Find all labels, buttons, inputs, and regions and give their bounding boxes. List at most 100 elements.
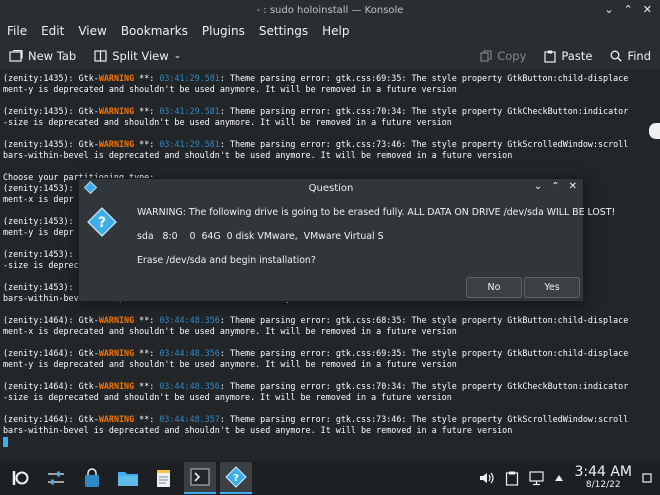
dialog-minimize-icon[interactable]: ⌄ bbox=[534, 181, 542, 192]
app-launcher-button[interactable] bbox=[4, 463, 36, 493]
peek-desktop-icon[interactable] bbox=[642, 473, 652, 483]
svg-text:?: ? bbox=[98, 215, 106, 231]
terminal-line-pid: (zenity:1464): Gtk- bbox=[3, 381, 99, 391]
new-tab-icon bbox=[9, 50, 23, 62]
terminal-line-warn: WARNING bbox=[98, 381, 135, 391]
terminal-line-sep: **: bbox=[134, 139, 160, 149]
terminal-line-warn: WARNING bbox=[98, 139, 135, 149]
terminal-line-sep: **: bbox=[134, 73, 160, 83]
terminal-line-msg: : Theme parsing error: gtk.css:70:34: Th… bbox=[219, 106, 629, 116]
terminal-line: bars-within-bevel is deprecated and shou… bbox=[3, 425, 513, 435]
terminal-line: -size is deprecated and shouldn't be use… bbox=[3, 392, 452, 402]
terminal-line: (zenity:1464): Gtk-WARNING **: 03:44:48.… bbox=[3, 315, 653, 326]
terminal-line: bars-within-bevel is deprecated and shou… bbox=[3, 150, 513, 160]
terminal-line-ts: 03:41:29.581 bbox=[159, 106, 220, 116]
terminal-line-pid: (zenity:1464): Gtk- bbox=[3, 315, 99, 325]
folder-icon bbox=[118, 472, 138, 486]
dialog-question-text: Erase /dev/sda and begin installation? bbox=[137, 255, 316, 266]
terminal-line-msg: : Theme parsing error: gtk.css:69:35: Th… bbox=[219, 73, 629, 83]
menu-bookmarks[interactable]: Bookmarks bbox=[114, 24, 195, 38]
menu-help[interactable]: Help bbox=[315, 24, 356, 38]
terminal-line-ts: 03:41:29.581 bbox=[159, 73, 220, 83]
chevron-down-icon: ⌄ bbox=[173, 51, 182, 61]
scrollbar-handle[interactable] bbox=[649, 123, 660, 139]
menu-view[interactable]: View bbox=[71, 24, 113, 38]
file-manager-button[interactable] bbox=[112, 463, 144, 493]
terminal-line: (zenity:1435): Gtk-WARNING **: 03:41:29.… bbox=[3, 139, 653, 150]
copy-button[interactable]: Copy bbox=[471, 49, 535, 63]
copy-icon bbox=[480, 50, 492, 62]
volume-icon[interactable] bbox=[479, 471, 495, 485]
terminal-line-sep: **: bbox=[134, 348, 160, 358]
terminal-line: (zenity:1435): Gtk-WARNING **: 03:41:29.… bbox=[3, 73, 653, 84]
split-view-button[interactable]: Split View ⌄ bbox=[85, 49, 190, 63]
split-view-label: Split View bbox=[112, 49, 169, 63]
terminal-line-sep: **: bbox=[134, 381, 160, 391]
terminal-line: -size is deprecated and shouldn't be use… bbox=[3, 117, 452, 127]
terminal-cursor bbox=[3, 436, 8, 447]
sliders-icon bbox=[48, 471, 64, 485]
taskbar: ? 3:44 AM 8/12/22 bbox=[0, 461, 660, 495]
maximize-icon[interactable]: ⌃ bbox=[624, 3, 633, 16]
terminal-line-warn: WARNING bbox=[98, 414, 135, 424]
menu-plugins[interactable]: Plugins bbox=[195, 24, 252, 38]
question-dialog: Question ⌄ ⌃ ✕ ? WARNING: The following … bbox=[78, 178, 615, 302]
clock-time: 3:44 AM bbox=[574, 464, 632, 480]
toolbar: New Tab Split View ⌄ Copy Paste Find bbox=[0, 42, 660, 71]
dialog-title-bar: Question ⌄ ⌃ ✕ bbox=[79, 179, 583, 197]
find-label: Find bbox=[627, 49, 651, 63]
terminal-line: (zenity:1464): Gtk-WARNING **: 03:44:48.… bbox=[3, 348, 653, 359]
menu-file[interactable]: File bbox=[0, 24, 34, 38]
terminal-line: ment-y is deprecated and shouldn't be us… bbox=[3, 359, 457, 369]
title-bar: - : sudo holoinstall — Konsole ⌄ ⌃ ✕ bbox=[0, 0, 660, 21]
terminal-line: (zenity:1464): Gtk-WARNING **: 03:44:48.… bbox=[3, 381, 653, 392]
discover-button[interactable] bbox=[76, 463, 108, 493]
terminal-line-pid: (zenity:1435): Gtk- bbox=[3, 106, 99, 116]
new-tab-label: New Tab bbox=[28, 49, 77, 63]
terminal-line-msg: : Theme parsing error: gtk.css:68:35: Th… bbox=[219, 315, 629, 325]
terminal-line-pid: (zenity:1435): Gtk- bbox=[3, 139, 99, 149]
close-icon[interactable]: ✕ bbox=[643, 3, 652, 16]
yes-button[interactable]: Yes bbox=[524, 277, 580, 298]
menu-edit[interactable]: Edit bbox=[34, 24, 71, 38]
terminal-line-warn: WARNING bbox=[98, 348, 135, 358]
terminal-line-pid: (zenity:1464): Gtk- bbox=[3, 348, 99, 358]
find-button[interactable]: Find bbox=[601, 49, 660, 63]
system-settings-button[interactable] bbox=[40, 463, 72, 493]
menu-bar: File Edit View Bookmarks Plugins Setting… bbox=[0, 20, 660, 42]
tray-expand-icon[interactable] bbox=[554, 474, 564, 482]
minimize-icon[interactable]: ⌄ bbox=[604, 3, 613, 16]
dialog-warning-text: WARNING: The following drive is going to… bbox=[137, 207, 616, 218]
terminal-line: (zenity:1435): Gtk-WARNING **: 03:41:29.… bbox=[3, 106, 653, 117]
terminal-line-pid: (zenity:1464): Gtk- bbox=[3, 414, 99, 424]
paste-button[interactable]: Paste bbox=[535, 49, 601, 63]
clock[interactable]: 3:44 AM 8/12/22 bbox=[574, 465, 632, 491]
terminal-line-sep: **: bbox=[134, 414, 160, 424]
shopping-bag-icon bbox=[85, 468, 99, 487]
new-tab-button[interactable]: New Tab bbox=[0, 49, 85, 63]
system-tray: 3:44 AM 8/12/22 bbox=[479, 461, 660, 495]
network-icon[interactable] bbox=[529, 470, 545, 486]
zenity-task-button[interactable]: ? bbox=[220, 462, 252, 494]
split-view-icon bbox=[94, 50, 107, 62]
dialog-close-icon[interactable]: ✕ bbox=[569, 181, 577, 192]
konsole-task-button[interactable] bbox=[184, 462, 216, 494]
terminal-line: ment-x is deprecated and shouldn't be us… bbox=[3, 326, 457, 336]
dialog-maximize-icon[interactable]: ⌃ bbox=[551, 181, 559, 192]
terminal-icon bbox=[190, 468, 210, 486]
text-editor-button[interactable] bbox=[148, 463, 180, 493]
terminal-line-ts: 03:44:48.357 bbox=[159, 414, 220, 424]
copy-label: Copy bbox=[497, 49, 527, 63]
terminal-line-warn: WARNING bbox=[98, 73, 135, 83]
terminal-line-msg: : Theme parsing error: gtk.css:69:35: Th… bbox=[219, 348, 629, 358]
terminal-line-pid: (zenity:1435): Gtk- bbox=[3, 73, 99, 83]
terminal-line: ment-y is deprecated and shouldn't be us… bbox=[3, 84, 457, 94]
clipboard-icon[interactable] bbox=[505, 471, 519, 486]
menu-settings[interactable]: Settings bbox=[252, 24, 315, 38]
terminal-line-msg: : Theme parsing error: gtk.css:70:34: Th… bbox=[219, 381, 629, 391]
no-button[interactable]: No bbox=[466, 277, 522, 298]
